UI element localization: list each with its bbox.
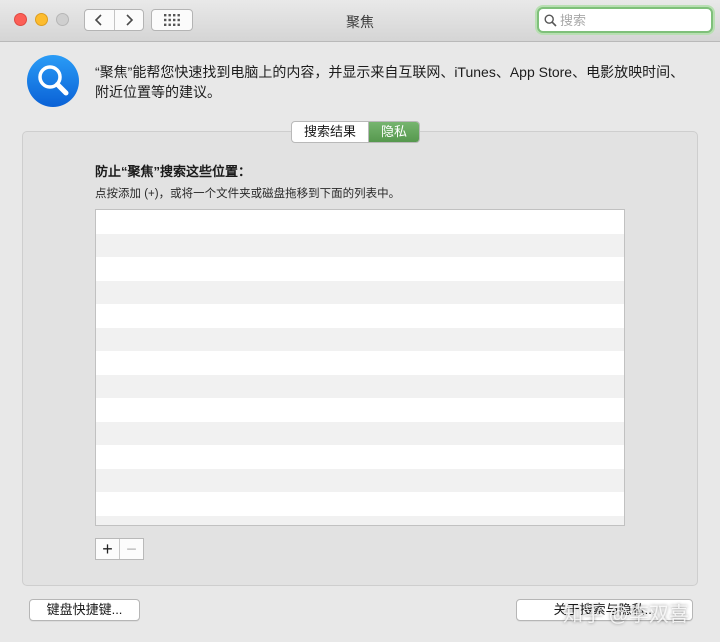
list-row bbox=[96, 233, 624, 257]
privacy-heading: 防止“聚焦”搜索这些位置： bbox=[95, 164, 252, 179]
list-row bbox=[96, 327, 624, 351]
list-row bbox=[96, 398, 624, 422]
list-row bbox=[96, 515, 624, 525]
list-row bbox=[96, 304, 624, 328]
search-input[interactable] bbox=[560, 11, 708, 29]
add-location-button[interactable]: + bbox=[96, 539, 119, 559]
list-row bbox=[96, 351, 624, 375]
list-row bbox=[96, 445, 624, 469]
watermark: 知乎 @李双喜 bbox=[563, 604, 689, 626]
privacy-hint: 点按添加 (+)，或将一个文件夹或磁盘拖移到下面的列表中。 bbox=[95, 188, 401, 200]
tab-bar: 搜索结果 隐私 bbox=[291, 121, 421, 143]
list-row bbox=[96, 421, 624, 445]
list-row bbox=[96, 468, 624, 492]
excluded-locations-list[interactable] bbox=[95, 209, 625, 526]
list-row bbox=[96, 210, 624, 234]
description-text: “聚焦”能帮您快速找到电脑上的内容，并显示来自互联网、iTunes、App St… bbox=[95, 64, 685, 100]
list-controls: + − bbox=[95, 538, 144, 560]
search-icon bbox=[544, 14, 557, 27]
tab-privacy[interactable]: 隐私 bbox=[368, 122, 420, 142]
spotlight-icon bbox=[26, 54, 80, 108]
remove-location-button[interactable]: − bbox=[119, 539, 143, 559]
list-row bbox=[96, 492, 624, 516]
list-row bbox=[96, 280, 624, 304]
title-bar: 聚焦 bbox=[0, 0, 720, 42]
list-row bbox=[96, 257, 624, 281]
search-field[interactable] bbox=[537, 7, 713, 33]
keyboard-shortcuts-button[interactable]: 键盘快捷键... bbox=[29, 599, 140, 621]
tab-search-results[interactable]: 搜索结果 bbox=[292, 122, 368, 142]
list-row bbox=[96, 374, 624, 398]
